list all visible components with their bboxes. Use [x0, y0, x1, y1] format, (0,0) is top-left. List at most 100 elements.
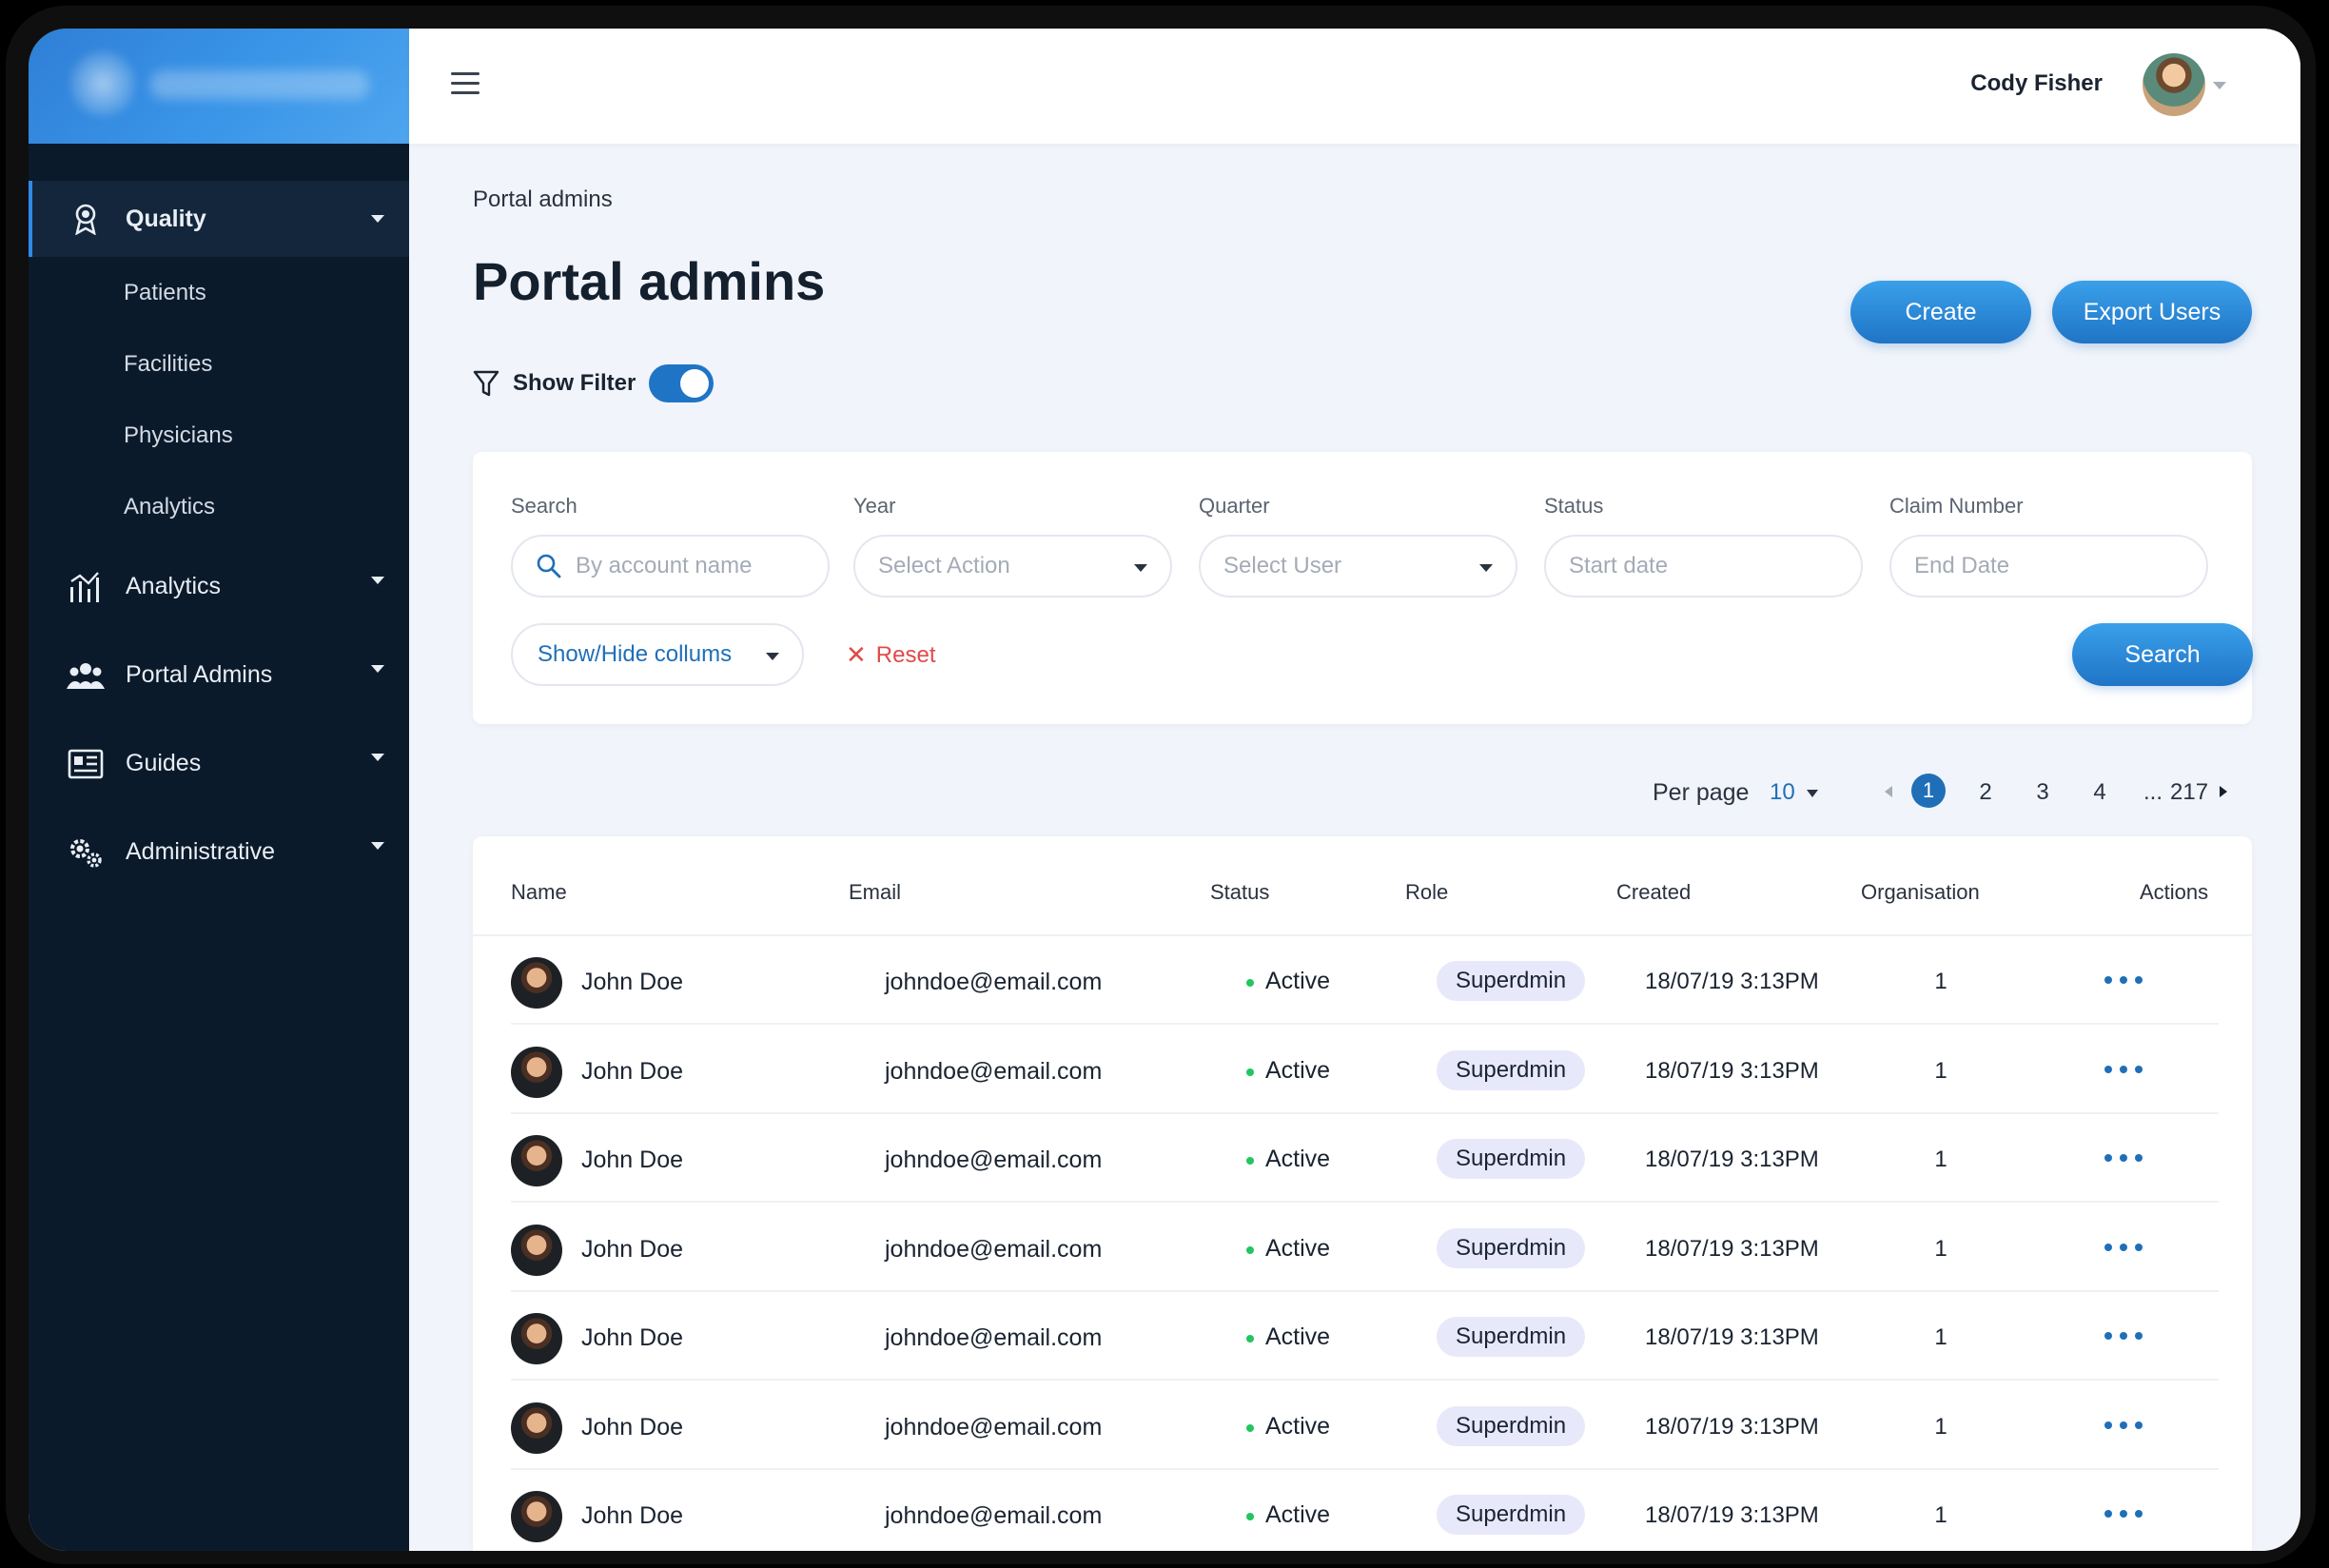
chevron-down-icon[interactable]: [2213, 82, 2226, 89]
row-name: John Doe: [581, 1147, 684, 1173]
row-status: Active: [1265, 1234, 1331, 1262]
app-screen: Quality Patients Facilities Physicians A…: [29, 29, 2300, 1551]
claim-number-label: Claim Number: [1889, 494, 2024, 518]
status-label: Status: [1544, 494, 1604, 518]
sidebar-item-portal-admins[interactable]: Portal Admins: [29, 631, 409, 719]
column-header-organisation[interactable]: Organisation: [1861, 880, 1980, 905]
sidebar-subitem-analytics[interactable]: Analytics: [29, 471, 409, 542]
user-avatar[interactable]: [2143, 53, 2205, 116]
role-badge: Superdmin: [1437, 1139, 1586, 1179]
status-dot: [1246, 1157, 1254, 1165]
create-button[interactable]: Create: [1850, 281, 2031, 343]
avatar: [511, 1135, 562, 1186]
more-actions-icon[interactable]: [2104, 1506, 2143, 1521]
reset-button[interactable]: ✕ Reset: [846, 640, 936, 670]
quarter-select[interactable]: Select User: [1199, 535, 1517, 598]
column-header-status[interactable]: Status: [1210, 880, 1269, 905]
start-date-input[interactable]: [1569, 553, 1797, 579]
table-row[interactable]: John Doe johndoe@email.com Active Superdmin…: [511, 936, 2219, 1025]
quarter-label: Quarter: [1199, 494, 1270, 518]
table-row[interactable]: John Doe johndoe@email.com Active Superdmin…: [511, 1292, 2219, 1381]
per-page-label: Per page: [1653, 779, 1750, 806]
column-header-created[interactable]: Created: [1616, 880, 1691, 905]
search-button[interactable]: Search: [2072, 623, 2253, 686]
more-actions-icon[interactable]: [2104, 1240, 2143, 1255]
sidebar-subitem-facilities[interactable]: Facilities: [29, 328, 409, 400]
role-badge: Superdmin: [1437, 1049, 1586, 1090]
page-2[interactable]: 2: [1967, 779, 2005, 806]
row-created: 18/07/19 3:13PM: [1645, 1235, 1819, 1262]
table-row[interactable]: John Doe johndoe@email.com Active Superdmin…: [511, 1382, 2219, 1470]
main-content: Portal admins Portal admins Create Expor…: [409, 144, 2300, 1551]
bar-chart-icon: [67, 568, 105, 606]
search-input[interactable]: [576, 553, 804, 579]
sidebar-item-administrative[interactable]: Administrative: [29, 808, 409, 896]
page-3[interactable]: 3: [2024, 779, 2062, 806]
toggle-knob: [680, 369, 710, 398]
page-217[interactable]: 217: [2170, 779, 2208, 806]
menu-icon[interactable]: [451, 72, 480, 95]
table-row[interactable]: John Doe johndoe@email.com Active Superdmin…: [511, 1204, 2219, 1292]
show-hide-columns-button[interactable]: Show/Hide collums: [511, 623, 804, 686]
sidebar-subitem-patients[interactable]: Patients: [29, 257, 409, 328]
row-created: 18/07/19 3:13PM: [1645, 1147, 1819, 1172]
table-row[interactable]: John Doe johndoe@email.com Active Superdmin…: [511, 1026, 2219, 1114]
show-filter-row: Show Filter: [473, 364, 714, 402]
column-header-email[interactable]: Email: [849, 880, 901, 905]
sidebar-item-analytics[interactable]: Analytics: [29, 542, 409, 631]
sidebar-item-quality[interactable]: Quality: [29, 181, 409, 257]
table-row[interactable]: John Doe johndoe@email.com Active Superdmin…: [511, 1114, 2219, 1203]
sidebar-subitem-physicians[interactable]: Physicians: [29, 400, 409, 471]
row-organisation: 1: [1934, 969, 1947, 994]
export-users-button[interactable]: Export Users: [2052, 281, 2252, 343]
row-created: 18/07/19 3:13PM: [1645, 1057, 1819, 1084]
prev-page-icon[interactable]: [1885, 786, 1892, 797]
column-header-name[interactable]: Name: [511, 880, 567, 905]
role-badge: Superdmin: [1437, 961, 1586, 1001]
more-actions-icon[interactable]: [2104, 1062, 2143, 1077]
gears-icon: [67, 833, 105, 872]
avatar: [511, 1046, 562, 1098]
chevron-down-icon: [371, 754, 384, 761]
status-dot: [1246, 1423, 1254, 1432]
row-email: johndoe@email.com: [885, 1413, 1103, 1441]
page-4[interactable]: 4: [2081, 779, 2119, 806]
row-email: johndoe@email.com: [885, 1235, 1103, 1263]
per-page-select[interactable]: 10: [1770, 779, 1795, 806]
more-actions-icon[interactable]: [2104, 1150, 2143, 1166]
end-date-input[interactable]: [1914, 553, 2143, 579]
show-filter-toggle[interactable]: [649, 364, 714, 402]
breadcrumb[interactable]: Portal admins: [473, 186, 613, 213]
sidebar-item-label: Guides: [126, 750, 202, 776]
chevron-down-icon: [371, 842, 384, 850]
show-filter-label: Show Filter: [513, 370, 636, 396]
year-select[interactable]: Select Action: [853, 535, 1172, 598]
user-name[interactable]: Cody Fisher: [1970, 70, 2103, 97]
row-organisation: 1: [1934, 1057, 1947, 1084]
sidebar-item-guides[interactable]: Guides: [29, 719, 409, 808]
avatar: [511, 1401, 562, 1454]
more-actions-icon[interactable]: [2104, 972, 2143, 988]
column-header-actions: Actions: [2140, 880, 2209, 904]
column-header-role[interactable]: Role: [1405, 880, 1448, 905]
page-ellipsis: ...: [2143, 779, 2163, 805]
table-row[interactable]: John Doe johndoe@email.com Active Superdmin…: [511, 1470, 2219, 1551]
search-label: Search: [511, 494, 577, 518]
search-field[interactable]: [511, 535, 830, 598]
row-organisation: 1: [1934, 1502, 1947, 1528]
claim-number-field[interactable]: [1889, 535, 2208, 598]
row-name: John Doe: [581, 1057, 684, 1085]
more-actions-icon[interactable]: [2104, 1418, 2143, 1433]
avatar: [511, 1491, 562, 1542]
brand-logo[interactable]: [29, 29, 409, 144]
chevron-down-icon[interactable]: [1807, 790, 1818, 797]
next-page-icon[interactable]: [2220, 786, 2227, 797]
status-field[interactable]: [1544, 535, 1863, 598]
users-table: Name Email Status Role Created Organisat…: [473, 836, 2252, 1551]
row-organisation: 1: [1934, 1235, 1947, 1262]
page-1[interactable]: 1: [1911, 774, 1946, 808]
row-organisation: 1: [1934, 1413, 1947, 1440]
filter-panel: Search Year Quarter Status Claim Number …: [473, 452, 2253, 724]
more-actions-icon[interactable]: [2104, 1328, 2143, 1343]
role-badge: Superdmin: [1437, 1405, 1586, 1446]
